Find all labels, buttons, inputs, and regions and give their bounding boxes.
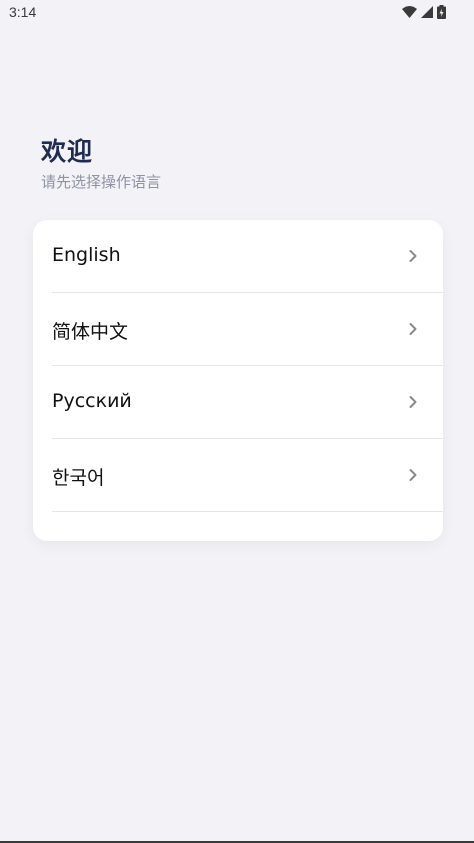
status-icons	[402, 5, 446, 19]
chevron-right-icon	[408, 248, 418, 264]
status-bar: 3:14	[0, 0, 474, 26]
chevron-right-icon	[408, 467, 418, 483]
language-option-russian[interactable]: Русский	[52, 366, 443, 439]
battery-charging-icon	[437, 5, 446, 19]
wifi-icon	[402, 6, 417, 18]
language-label: 简体中文	[52, 321, 129, 343]
cellular-signal-icon	[421, 6, 433, 18]
language-label: 한국어	[52, 467, 105, 489]
language-option-english[interactable]: English	[52, 220, 443, 293]
language-label: English	[52, 244, 121, 266]
page-title: 欢迎	[41, 137, 94, 166]
chevron-right-icon	[408, 394, 418, 410]
chevron-right-icon	[408, 321, 418, 337]
language-list: English 简体中文 Русский 한국어	[33, 220, 443, 541]
page-subtitle: 请先选择操作语言	[41, 173, 162, 191]
language-label: Русский	[52, 390, 132, 412]
language-option-simplified-chinese[interactable]: 简体中文	[52, 293, 443, 366]
status-time: 3:14	[9, 4, 37, 20]
language-option-korean[interactable]: 한국어	[52, 439, 443, 512]
